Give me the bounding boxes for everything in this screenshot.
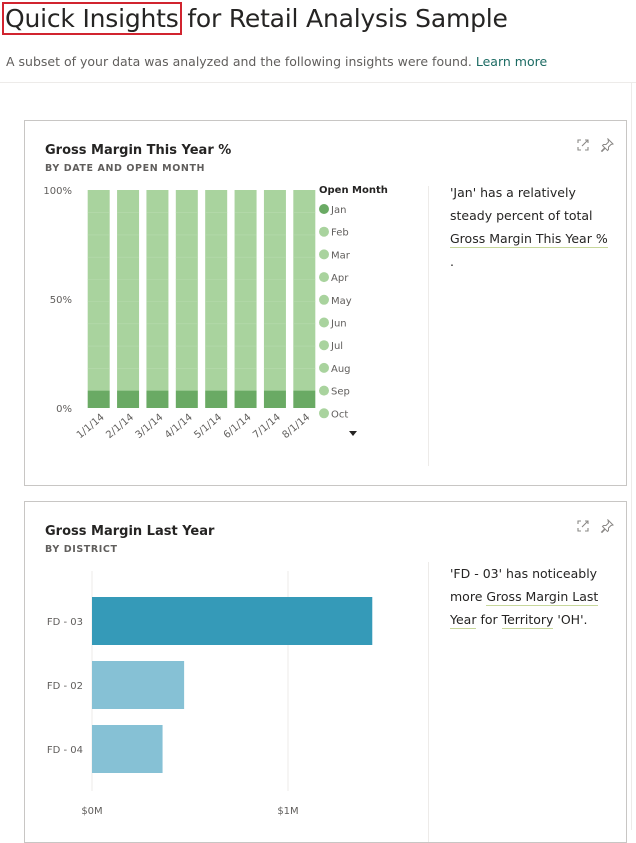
scrollbar-track[interactable] xyxy=(631,82,632,830)
y-tick-label: 50% xyxy=(50,295,72,306)
pin-icon[interactable] xyxy=(600,518,614,534)
bar-segment-jan xyxy=(146,390,169,408)
legend-label: Jan xyxy=(330,205,346,216)
pin-icon[interactable] xyxy=(600,137,614,153)
x-tick-label: 7/1/14 xyxy=(251,412,283,441)
expand-icon[interactable] xyxy=(576,518,590,532)
y-tick-label: FD - 03 xyxy=(47,617,83,628)
legend-marker xyxy=(319,408,329,419)
legend-item[interactable]: Aug xyxy=(319,362,351,375)
y-tick-label: 100% xyxy=(43,186,72,197)
legend-marker xyxy=(319,317,329,328)
x-tick-label: 5/1/14 xyxy=(192,412,224,441)
legend-label: Oct xyxy=(331,409,348,420)
legend-item[interactable]: Jan xyxy=(319,204,346,216)
bar-segment-other xyxy=(205,190,228,391)
bar-fd-02[interactable] xyxy=(92,661,185,709)
expand-icon[interactable] xyxy=(576,137,590,151)
bar-segment-jan xyxy=(205,390,228,408)
bar-segment-jan xyxy=(234,390,257,408)
bar-segment-other xyxy=(87,190,110,391)
legend-label: Apr xyxy=(331,273,349,284)
legend-label: Sep xyxy=(331,387,350,398)
bar-fd-04[interactable] xyxy=(92,725,163,773)
x-tick-label: $1M xyxy=(277,806,298,817)
legend-label: Feb xyxy=(331,228,349,239)
x-tick-label: 4/1/14 xyxy=(163,412,195,441)
legend-label: Aug xyxy=(331,364,351,375)
header-divider xyxy=(0,82,636,83)
bar-segment-jan xyxy=(263,390,286,408)
insight-text: 'Jan' has a relatively steady percent of… xyxy=(450,181,610,273)
x-tick-label: 6/1/14 xyxy=(222,412,254,441)
y-tick-label: FD - 04 xyxy=(47,745,83,756)
legend-item[interactable]: Mar xyxy=(319,249,351,261)
legend-label: Jul xyxy=(330,341,343,352)
chart-stacked-bar: 0% 50% 100% 1/1/142/1/143/1/144/1/145/1/146… xyxy=(43,185,388,441)
legend-marker xyxy=(319,204,329,214)
insight-text: 'FD - 03' has noticeably more Gross Marg… xyxy=(450,562,610,631)
insight-text-part: . xyxy=(450,254,454,269)
legend-item[interactable]: Sep xyxy=(319,385,350,398)
legend-label: Jun xyxy=(330,319,347,330)
card-divider xyxy=(428,562,429,842)
insight-text-part: 'OH'. xyxy=(553,612,588,627)
legend-marker xyxy=(319,226,329,237)
bar-segment-other xyxy=(146,190,169,391)
legend-item[interactable]: May xyxy=(319,294,352,307)
insight-field-link[interactable]: Gross Margin This Year % xyxy=(450,231,608,248)
x-tick-label: 8/1/14 xyxy=(281,412,313,441)
bar-segment-other xyxy=(293,190,316,391)
legend-marker xyxy=(319,362,329,373)
page-title-rest: for Retail Analysis Sample xyxy=(179,4,508,33)
insight-field-link[interactable]: Territory xyxy=(501,612,554,629)
bar-segment-jan xyxy=(117,390,140,408)
legend-item[interactable]: Feb xyxy=(319,226,349,239)
bar-segment-jan xyxy=(175,390,198,408)
legend-item[interactable]: Jul xyxy=(319,340,343,352)
insight-text-part: for xyxy=(476,612,502,627)
x-tick-label: 1/1/14 xyxy=(75,412,107,441)
bar-segment-other xyxy=(263,190,286,391)
legend-marker xyxy=(319,294,329,305)
subtitle-text: A subset of your data was analyzed and t… xyxy=(6,54,472,69)
legend-more-arrow-icon[interactable] xyxy=(349,431,357,436)
legend-label: May xyxy=(331,296,352,307)
y-tick-label: 0% xyxy=(56,404,72,415)
y-tick-label: FD - 02 xyxy=(47,681,83,692)
card-divider xyxy=(428,186,429,466)
chart-horizontal-bar: FD - 03 FD - 02 FD - 04 $0M $1M xyxy=(47,571,373,817)
legend-item[interactable]: Oct xyxy=(319,408,348,420)
bar-segment-other xyxy=(175,190,198,391)
insight-text-part: 'Jan' has a relatively steady percent of… xyxy=(450,185,593,223)
legend-title: Open Month xyxy=(319,185,388,196)
learn-more-link[interactable]: Learn more xyxy=(476,54,547,69)
bar-fd-03[interactable] xyxy=(92,597,373,645)
legend-item[interactable]: Apr xyxy=(319,272,349,284)
legend-marker xyxy=(319,340,329,351)
page-title: Quick Insights for Retail Analysis Sampl… xyxy=(2,2,508,35)
x-tick-label: 3/1/14 xyxy=(134,412,166,441)
bar-segment-other xyxy=(117,190,140,391)
insight-card-gross-margin-last-year[interactable]: Gross Margin Last Year BY DISTRICT FD - … xyxy=(24,501,627,843)
legend-marker xyxy=(319,385,329,396)
legend-item[interactable]: Jun xyxy=(319,317,347,330)
insight-card-gross-margin-this-year[interactable]: Gross Margin This Year % BY DATE AND OPE… xyxy=(24,120,627,486)
legend-marker xyxy=(319,272,329,283)
page-subtitle: A subset of your data was analyzed and t… xyxy=(6,54,547,69)
page-title-highlight: Quick Insights xyxy=(2,2,182,35)
legend-label: Mar xyxy=(331,250,351,261)
x-tick-label: 2/1/14 xyxy=(104,412,136,441)
legend-marker xyxy=(319,249,329,260)
bar-segment-jan xyxy=(293,390,316,408)
bar-segment-other xyxy=(234,190,257,391)
x-tick-label: $0M xyxy=(81,806,102,817)
bar-segment-jan xyxy=(87,390,110,408)
card-title: Gross Margin Last Year xyxy=(45,524,215,539)
